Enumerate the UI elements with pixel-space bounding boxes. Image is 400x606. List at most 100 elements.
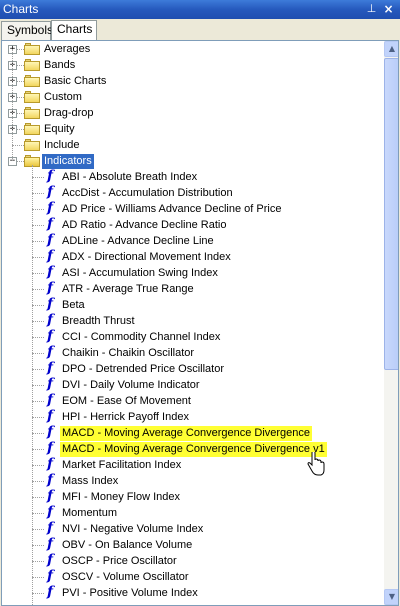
tree-folder-row[interactable]: − Indicators [2, 153, 384, 169]
tree-connector-line [32, 273, 44, 274]
function-icon: f [46, 408, 54, 424]
tree-folder-row[interactable]: + Bands [2, 57, 384, 73]
scroll-down-button[interactable]: ▼ [384, 589, 398, 605]
folder-label: Basic Charts [44, 75, 107, 87]
pin-icon[interactable]: ⊥ [364, 2, 379, 16]
indicator-item[interactable]: f MACD - Moving Average Convergence Diver… [2, 425, 384, 441]
indicator-item[interactable]: f OSCP - Price Oscillator [2, 553, 384, 569]
function-icon: f [46, 456, 54, 472]
indicator-label: ASI - Accumulation Swing Index [62, 267, 218, 279]
folder-icon [24, 123, 40, 135]
tree-connector-line [17, 161, 24, 162]
window-title: Charts [3, 2, 39, 16]
indicator-item[interactable]: f AccDist - Accumulation Distribution [2, 185, 384, 201]
tree-folder-row[interactable]: + Basic Charts [2, 73, 384, 89]
indicator-item[interactable]: f PVI - Positive Volume Index [2, 585, 384, 601]
function-icon: f [46, 328, 54, 344]
function-icon: f [46, 392, 54, 408]
tree-connector-line [32, 209, 44, 210]
indicator-item[interactable]: f Momentum [2, 505, 384, 521]
indicator-item[interactable]: f Market Facilitation Index [2, 457, 384, 473]
folder-icon [24, 107, 40, 119]
tree-connector-line [32, 257, 44, 258]
scroll-up-button[interactable]: ▲ [384, 41, 398, 57]
tree-connector-line [32, 337, 44, 338]
tree-connector-line [32, 177, 44, 178]
tree-connector-line [17, 49, 24, 50]
function-icon: f [46, 536, 54, 552]
indicator-item[interactable]: f HPI - Herrick Payoff Index [2, 409, 384, 425]
indicator-item[interactable]: f ADLine - Advance Decline Line [2, 233, 384, 249]
tree-folder-row[interactable]: Include [2, 137, 384, 153]
indicator-item[interactable]: f OBV - On Balance Volume [2, 537, 384, 553]
tree-folder-row[interactable]: + Averages [2, 41, 384, 57]
tree-connector-line [32, 529, 44, 530]
indicator-item[interactable]: f CCI - Commodity Channel Index [2, 329, 384, 345]
function-icon: f [46, 296, 54, 312]
function-icon: f [46, 312, 54, 328]
indicator-item[interactable]: f ADX - Directional Movement Index [2, 249, 384, 265]
indicator-item[interactable]: f DPO - Detrended Price Oscillator [2, 361, 384, 377]
indicator-item[interactable]: f ASI - Accumulation Swing Index [2, 265, 384, 281]
folder-icon [24, 139, 40, 151]
tree-connector-line [32, 225, 44, 226]
folder-label: Drag-drop [44, 107, 94, 119]
tab-symbols[interactable]: Symbols [1, 21, 53, 40]
tree-folder-row[interactable]: + Equity [2, 121, 384, 137]
tree-connector-line [17, 113, 24, 114]
indicator-item[interactable]: f EOM - Ease Of Movement [2, 393, 384, 409]
indicator-label: ADLine - Advance Decline Line [62, 235, 214, 247]
tree-connector-line [32, 289, 44, 290]
tree-connector-line [32, 577, 44, 578]
function-icon: f [46, 376, 54, 392]
tab-charts[interactable]: Charts [51, 20, 97, 41]
indicator-item[interactable]: f OSCV - Volume Oscillator [2, 569, 384, 585]
folder-label: Custom [44, 91, 82, 103]
close-icon[interactable]: × [381, 2, 396, 16]
tree-connector-line [17, 97, 24, 98]
indicator-label: MACD - Moving Average Convergence Diverg… [60, 442, 327, 457]
indicator-label: Mass Index [62, 475, 119, 487]
tree-connector-line [17, 129, 24, 130]
folder-icon [24, 43, 40, 55]
indicator-label: Beta [62, 299, 85, 311]
indicator-item[interactable]: f AD Ratio - Advance Decline Ratio [2, 217, 384, 233]
hand-cursor-icon [307, 452, 325, 476]
tree-connector-line [32, 465, 44, 466]
tree-folder-row[interactable]: + Custom [2, 89, 384, 105]
tree-connector-line [32, 353, 44, 354]
indicator-label: CCI - Commodity Channel Index [62, 331, 221, 343]
indicator-item[interactable]: f NVI - Negative Volume Index [2, 521, 384, 537]
indicator-item[interactable]: f Breadth Thrust [2, 313, 384, 329]
tree-connector-line [32, 561, 44, 562]
indicator-item[interactable]: f Mass Index [2, 473, 384, 489]
scroll-thumb[interactable] [384, 58, 398, 370]
indicator-item[interactable]: f Beta [2, 297, 384, 313]
indicator-item[interactable]: f Chaikin - Chaikin Oscillator [2, 345, 384, 361]
tree-folder-row[interactable]: + Drag-drop [2, 105, 384, 121]
indicator-item[interactable]: f ABI - Absolute Breath Index [2, 169, 384, 185]
function-icon: f [46, 552, 54, 568]
function-icon: f [46, 280, 54, 296]
function-icon: f [46, 168, 54, 184]
folder-label: Averages [44, 43, 91, 55]
indicator-label: ATR - Average True Range [62, 283, 194, 295]
indicator-item[interactable]: f MACD - Moving Average Convergence Diver… [2, 441, 384, 457]
tree-connector-line [32, 321, 44, 322]
indicator-item[interactable]: f ATR - Average True Range [2, 281, 384, 297]
tree-connector-line [32, 449, 44, 450]
indicator-label: Market Facilitation Index [62, 459, 182, 471]
tree-connector-line [12, 145, 24, 146]
tree-connector-line [32, 545, 44, 546]
indicator-item[interactable]: f MFI - Money Flow Index [2, 489, 384, 505]
window-titlebar: Charts ⊥ × [0, 0, 400, 19]
tree-connector-line [32, 497, 44, 498]
tree-connector-line [32, 193, 44, 194]
vertical-scrollbar[interactable]: ▲ ▼ [384, 41, 398, 605]
indicator-item[interactable]: f AD Price - Williams Advance Decline of … [2, 201, 384, 217]
tree-connector-line [17, 65, 24, 66]
function-icon: f [46, 568, 54, 584]
indicator-item[interactable]: f DVI - Daily Volume Indicator [2, 377, 384, 393]
folder-label: Bands [44, 59, 76, 71]
indicator-label: AccDist - Accumulation Distribution [62, 187, 233, 199]
